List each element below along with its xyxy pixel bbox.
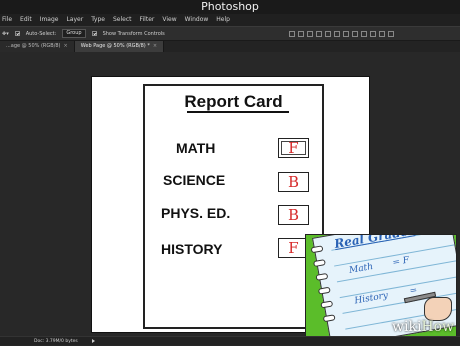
subject-math: MATH — [176, 140, 216, 156]
align-icons — [288, 30, 394, 37]
distribute-top-icon[interactable] — [342, 30, 349, 37]
menu-bar: File Edit Image Layer Type Select Filter… — [0, 14, 460, 26]
subject-science: SCIENCE — [163, 172, 226, 188]
document-tabs: ...age @ 50% (RGB/8) × Web Page @ 50% (RG… — [0, 41, 460, 52]
menu-layer[interactable]: Layer — [66, 14, 83, 26]
spiral-ring-icon — [320, 300, 334, 309]
grade-math: F — [288, 139, 299, 157]
menu-type[interactable]: Type — [91, 14, 105, 26]
menu-filter[interactable]: Filter — [140, 14, 155, 26]
grade-box-math: F — [278, 138, 309, 158]
show-transform-label: Show Transform Controls — [102, 30, 165, 37]
notebook-math-grade: = F — [391, 255, 410, 269]
distribute-left-icon[interactable] — [369, 30, 376, 37]
spiral-ring-icon — [310, 245, 324, 254]
align-center-icon[interactable] — [324, 30, 331, 37]
options-bar: ✥▾ Auto-Select: Group Show Transform Con… — [0, 26, 460, 41]
grade-box-phys-ed: B — [278, 205, 309, 225]
tab-document-1[interactable]: ...age @ 50% (RGB/8) × — [0, 41, 75, 52]
distribute-center-icon[interactable] — [378, 30, 385, 37]
menu-edit[interactable]: Edit — [20, 14, 32, 26]
auto-select-label: Auto-Select: — [25, 30, 57, 37]
spiral-ring-icon — [313, 259, 326, 268]
menu-window[interactable]: Window — [185, 14, 209, 26]
move-tool-icon[interactable]: ✥▾ — [2, 31, 9, 37]
group-select[interactable]: Group — [62, 29, 86, 38]
notebook-math: Math — [348, 261, 374, 276]
show-transform-checkbox[interactable] — [91, 31, 97, 36]
close-icon[interactable]: × — [153, 43, 157, 49]
notebook-heading: Real Grades — [333, 234, 416, 252]
status-menu-arrow-icon[interactable] — [92, 339, 95, 343]
grade-science: B — [287, 173, 300, 191]
title-bar: Photoshop — [0, 0, 460, 14]
align-bottom-icon[interactable] — [306, 30, 313, 37]
distribute-middle-icon[interactable] — [351, 30, 358, 37]
auto-select-checkbox[interactable] — [14, 31, 20, 36]
subject-history: HISTORY — [161, 241, 223, 257]
align-right-icon[interactable] — [333, 30, 340, 37]
spiral-ring-icon — [322, 314, 336, 323]
align-top-icon[interactable] — [288, 30, 295, 37]
menu-help[interactable]: Help — [216, 14, 230, 26]
tab-label: Web Page @ 50% (RGB/8) * — [80, 43, 150, 49]
subject-phys-ed: PHYS. ED. — [161, 205, 231, 221]
report-card: Report Card MATH F SCIENCE B PHYS. ED. B… — [143, 84, 324, 329]
grade-history: F — [288, 239, 299, 257]
grade-phys-ed: B — [287, 206, 300, 224]
hand-icon — [424, 297, 452, 321]
tab-label: ...age @ 50% (RGB/8) — [6, 43, 61, 49]
menu-file[interactable]: File — [2, 14, 12, 26]
spiral-ring-icon — [317, 286, 331, 295]
menu-image[interactable]: Image — [40, 14, 59, 26]
status-bar: Doc: 3.79M/0 bytes — [0, 336, 460, 345]
menu-view[interactable]: View — [162, 14, 176, 26]
watermark-wiki: wiki — [392, 319, 422, 335]
align-left-icon[interactable] — [315, 30, 322, 37]
grade-box-science: B — [278, 172, 309, 192]
spiral-ring-icon — [315, 272, 329, 281]
title-underline — [187, 111, 289, 113]
wikihow-watermark: wikiHow — [392, 319, 454, 335]
watermark-how: How — [421, 319, 455, 335]
distribute-right-icon[interactable] — [387, 30, 394, 37]
menu-select[interactable]: Select — [113, 14, 132, 26]
align-middle-icon[interactable] — [297, 30, 304, 37]
distribute-bottom-icon[interactable] — [360, 30, 367, 37]
app-title: Photoshop — [201, 0, 259, 13]
close-icon[interactable]: × — [64, 43, 68, 49]
tab-web-page[interactable]: Web Page @ 50% (RGB/8) * × — [74, 41, 165, 52]
report-card-title: Report Card — [184, 92, 283, 111]
